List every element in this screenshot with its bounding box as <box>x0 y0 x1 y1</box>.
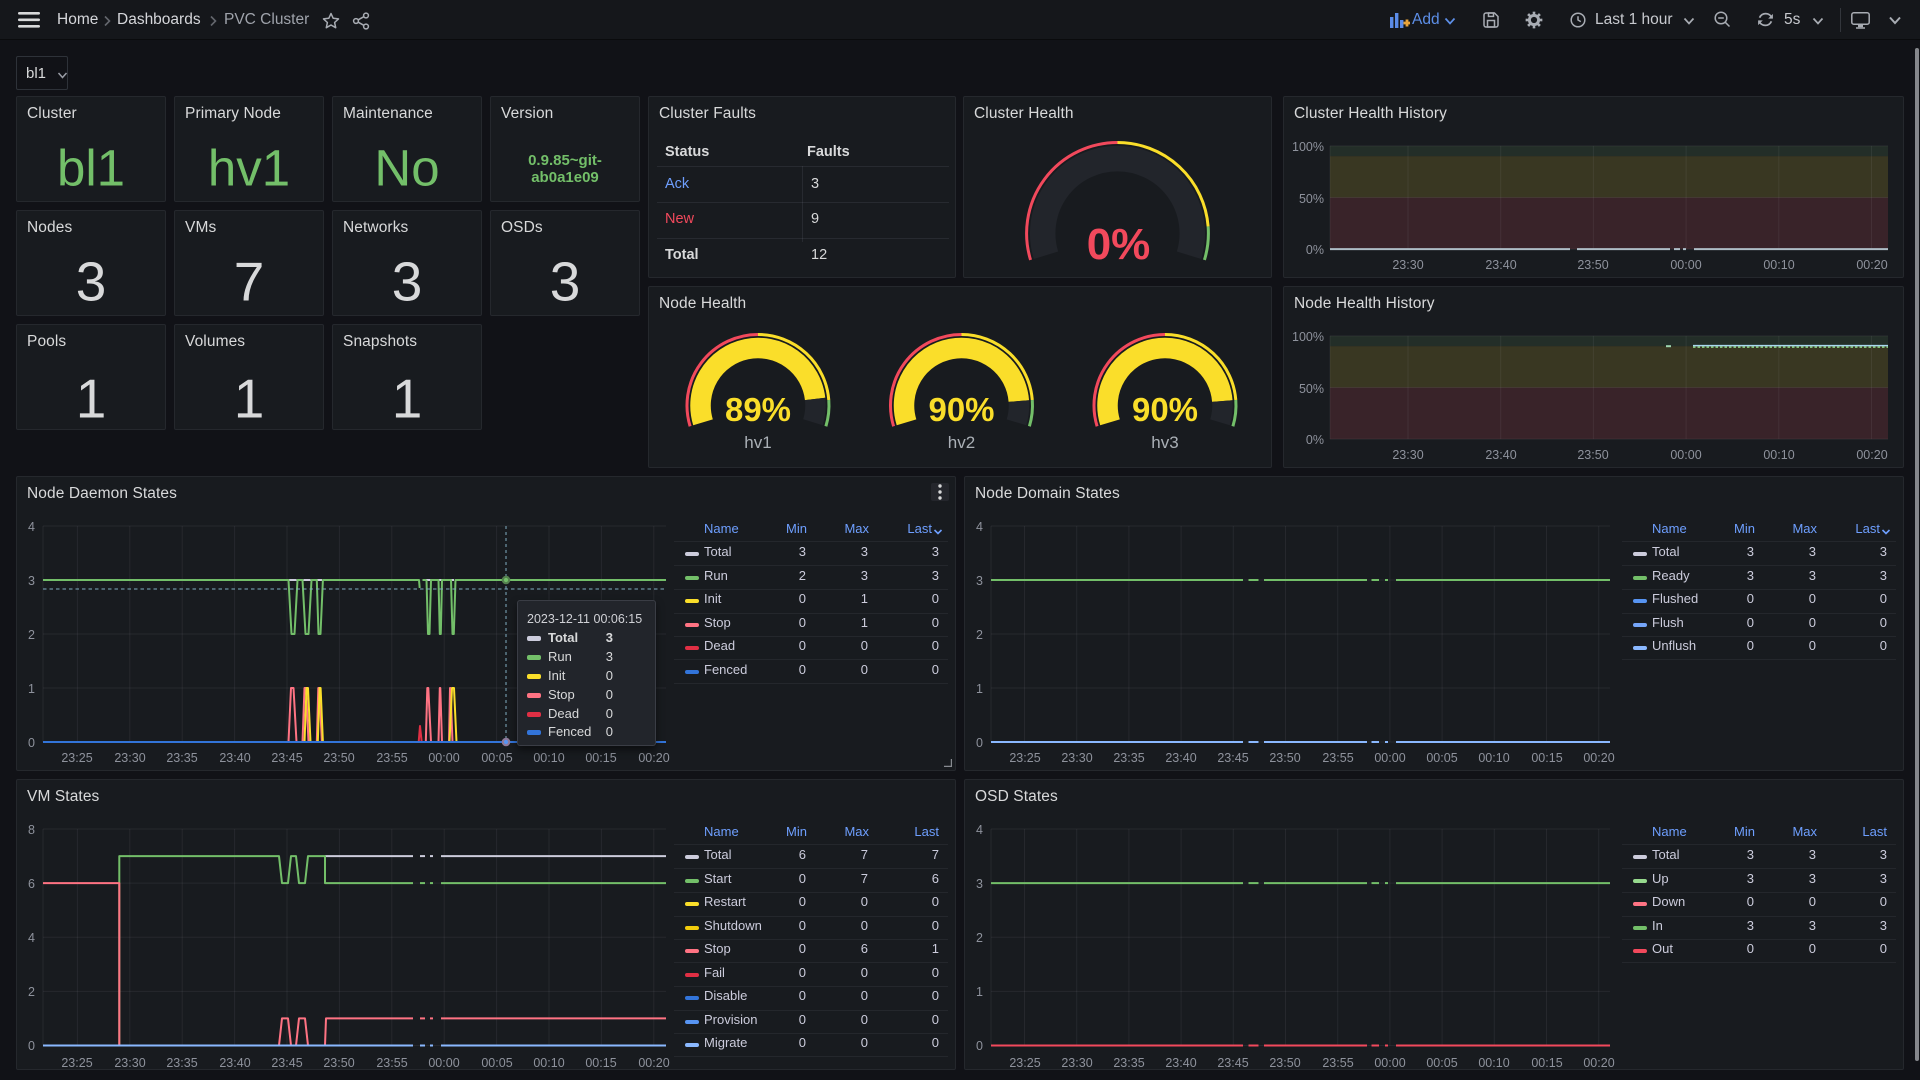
svg-text:23:25: 23:25 <box>61 751 92 765</box>
svg-text:00:20: 00:20 <box>1856 448 1887 462</box>
svg-text:00:00: 00:00 <box>1670 258 1701 272</box>
svg-text:00:20: 00:20 <box>638 751 669 765</box>
svg-text:23:30: 23:30 <box>114 751 145 765</box>
svg-text:0: 0 <box>976 736 983 750</box>
svg-text:23:35: 23:35 <box>1113 751 1144 765</box>
svg-text:23:40: 23:40 <box>219 1056 250 1070</box>
svg-text:1: 1 <box>28 682 35 696</box>
svg-text:100%: 100% <box>1292 330 1324 344</box>
svg-text:00:15: 00:15 <box>585 751 616 765</box>
svg-text:00:15: 00:15 <box>1531 751 1562 765</box>
svg-text:00:10: 00:10 <box>533 1056 564 1070</box>
svg-text:00:05: 00:05 <box>481 751 512 765</box>
svg-text:00:20: 00:20 <box>1583 751 1614 765</box>
svg-text:00:10: 00:10 <box>1763 258 1794 272</box>
svg-text:23:40: 23:40 <box>1485 258 1516 272</box>
svg-text:0: 0 <box>976 1039 983 1053</box>
svg-text:0%: 0% <box>1306 433 1324 447</box>
svg-text:00:05: 00:05 <box>1426 751 1457 765</box>
svg-text:23:40: 23:40 <box>1485 448 1516 462</box>
svg-text:23:40: 23:40 <box>219 751 250 765</box>
svg-text:23:50: 23:50 <box>323 1056 354 1070</box>
svg-text:23:45: 23:45 <box>1217 751 1248 765</box>
svg-text:23:30: 23:30 <box>1392 258 1423 272</box>
svg-text:00:20: 00:20 <box>1856 258 1887 272</box>
svg-text:23:50: 23:50 <box>1577 448 1608 462</box>
svg-text:00:10: 00:10 <box>1763 448 1794 462</box>
svg-text:00:05: 00:05 <box>1426 1056 1457 1070</box>
svg-text:00:20: 00:20 <box>638 1056 669 1070</box>
svg-text:00:15: 00:15 <box>1531 1056 1562 1070</box>
svg-text:00:15: 00:15 <box>585 1056 616 1070</box>
svg-text:23:40: 23:40 <box>1165 1056 1196 1070</box>
svg-text:23:50: 23:50 <box>1269 1056 1300 1070</box>
svg-text:00:00: 00:00 <box>1670 448 1701 462</box>
svg-text:00:05: 00:05 <box>481 1056 512 1070</box>
svg-text:00:10: 00:10 <box>533 751 564 765</box>
svg-text:00:00: 00:00 <box>1374 1056 1405 1070</box>
svg-text:0: 0 <box>28 736 35 750</box>
svg-text:23:50: 23:50 <box>1577 258 1608 272</box>
svg-text:00:00: 00:00 <box>1374 751 1405 765</box>
svg-text:23:30: 23:30 <box>1061 751 1092 765</box>
svg-text:23:35: 23:35 <box>166 751 197 765</box>
svg-text:23:45: 23:45 <box>1217 1056 1248 1070</box>
svg-text:23:45: 23:45 <box>271 1056 302 1070</box>
svg-text:1: 1 <box>976 682 983 696</box>
svg-text:23:55: 23:55 <box>1322 751 1353 765</box>
svg-text:00:20: 00:20 <box>1583 1056 1614 1070</box>
svg-text:23:55: 23:55 <box>376 751 407 765</box>
svg-text:23:35: 23:35 <box>166 1056 197 1070</box>
svg-text:00:00: 00:00 <box>428 751 459 765</box>
svg-text:50%: 50% <box>1299 382 1324 396</box>
svg-text:23:50: 23:50 <box>323 751 354 765</box>
svg-text:23:50: 23:50 <box>1269 751 1300 765</box>
svg-text:00:10: 00:10 <box>1478 1056 1509 1070</box>
svg-text:0%: 0% <box>1306 243 1324 257</box>
svg-text:100%: 100% <box>1292 140 1324 154</box>
svg-text:23:40: 23:40 <box>1165 751 1196 765</box>
svg-text:50%: 50% <box>1299 192 1324 206</box>
svg-text:23:25: 23:25 <box>1009 1056 1040 1070</box>
svg-text:23:25: 23:25 <box>1009 751 1040 765</box>
svg-text:23:30: 23:30 <box>114 1056 145 1070</box>
svg-text:23:25: 23:25 <box>61 1056 92 1070</box>
svg-text:23:55: 23:55 <box>376 1056 407 1070</box>
svg-text:23:55: 23:55 <box>1322 1056 1353 1070</box>
svg-text:1: 1 <box>976 985 983 999</box>
svg-text:23:45: 23:45 <box>271 751 302 765</box>
svg-text:00:10: 00:10 <box>1478 751 1509 765</box>
svg-text:00:00: 00:00 <box>428 1056 459 1070</box>
svg-text:23:30: 23:30 <box>1061 1056 1092 1070</box>
svg-text:23:35: 23:35 <box>1113 1056 1144 1070</box>
svg-text:23:30: 23:30 <box>1392 448 1423 462</box>
